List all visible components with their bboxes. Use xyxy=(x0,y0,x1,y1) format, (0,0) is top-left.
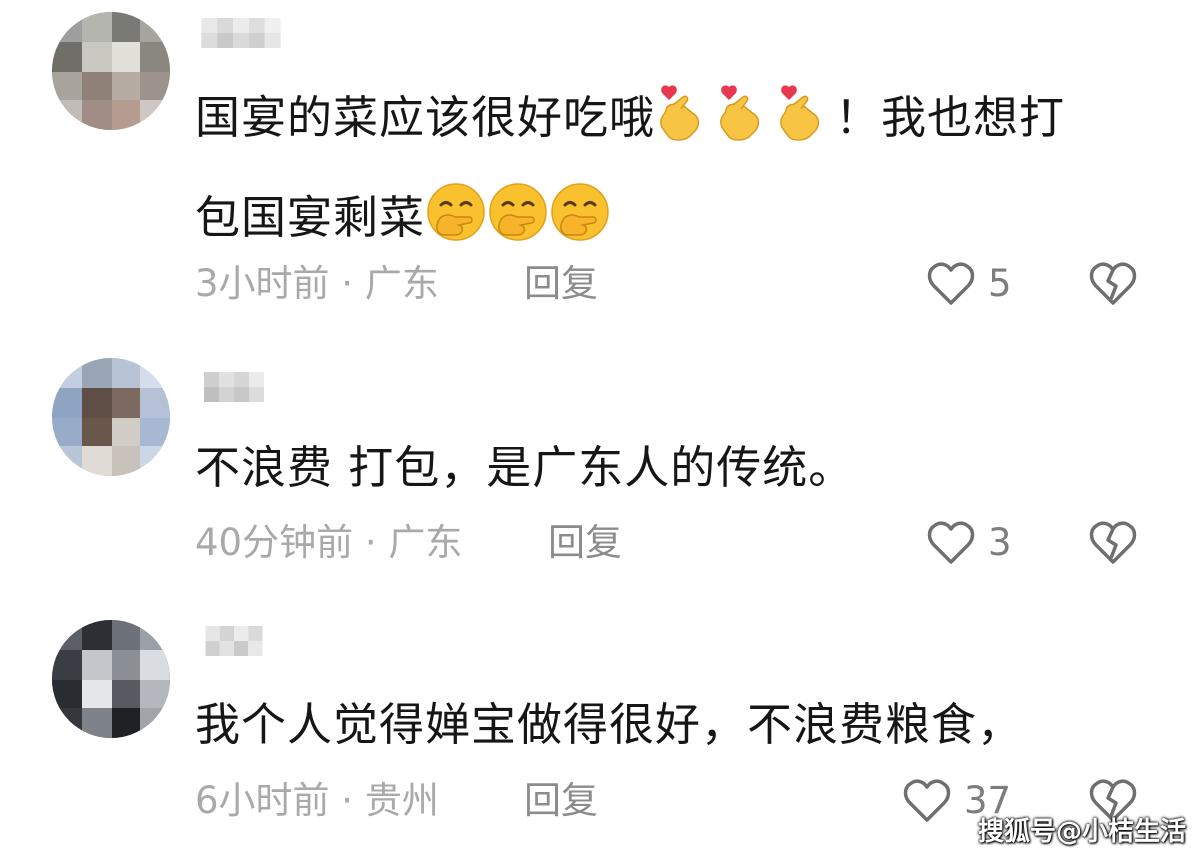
dislike-button[interactable] xyxy=(1086,518,1140,568)
reply-button[interactable]: 回复 xyxy=(524,776,598,826)
comment-meta: 40分钟前 · 广东 xyxy=(195,518,462,568)
comment-time: 3小时前 xyxy=(195,262,330,305)
username-pixelated[interactable] xyxy=(196,372,272,402)
like-button[interactable]: 5 xyxy=(926,259,1012,309)
username-pixelated[interactable] xyxy=(196,18,286,48)
user-avatar[interactable] xyxy=(52,358,170,476)
user-avatar[interactable] xyxy=(52,12,170,130)
comment-location: 广东 xyxy=(364,262,439,305)
comment-text-part: 包国宴剩菜 xyxy=(195,191,426,244)
comment-time: 6小时前 xyxy=(195,779,330,822)
comment-location: 广东 xyxy=(388,521,463,564)
broken-heart-icon xyxy=(1089,262,1137,305)
comment-meta: 3小时前 · 广东 xyxy=(195,259,439,309)
comment-list: 国宴的菜应该很好吃哦 ！我也想打 包国宴剩菜 3小时前 · 广东 回复 5 不浪… xyxy=(0,0,1200,858)
comment-body: 国宴的菜应该很好吃哦 ！我也想打 包国宴剩菜 xyxy=(195,73,1155,273)
meta-separator: · xyxy=(329,779,365,822)
user-avatar[interactable] xyxy=(52,620,170,738)
dislike-button[interactable] xyxy=(1086,259,1140,309)
comment-body: 我个人觉得婵宝做得很好，不浪费粮食， xyxy=(195,680,1155,770)
like-count: 3 xyxy=(988,521,1012,564)
meta-separator: · xyxy=(329,262,365,305)
comment-text-part: ！我也想打 xyxy=(835,91,1066,144)
comment-text: 我个人觉得婵宝做得很好，不浪费粮食， xyxy=(195,698,1024,751)
like-button[interactable]: 3 xyxy=(926,518,1012,568)
heart-outline-icon xyxy=(903,779,951,822)
comment-time: 40分钟前 xyxy=(195,521,354,564)
finger-heart-emoji-icon xyxy=(715,83,765,173)
like-count: 5 xyxy=(988,262,1012,305)
finger-heart-emoji-icon xyxy=(775,83,825,173)
heart-outline-icon xyxy=(927,262,975,305)
broken-heart-icon xyxy=(1089,521,1137,564)
comment-location: 贵州 xyxy=(364,779,439,822)
comment-meta: 6小时前 · 贵州 xyxy=(195,776,439,826)
reply-button[interactable]: 回复 xyxy=(524,259,598,309)
avatar-pixelated-icon xyxy=(52,620,170,738)
reply-button[interactable]: 回复 xyxy=(548,518,622,568)
finger-heart-emoji-icon xyxy=(655,83,705,173)
avatar-pixelated-icon xyxy=(52,358,170,476)
comment-text: 不浪费 打包，是广东人的传统。 xyxy=(195,441,855,494)
username-pixelated[interactable] xyxy=(196,626,272,656)
watermark: 搜狐号@小桔生活 xyxy=(977,817,1186,847)
heart-outline-icon xyxy=(927,521,975,564)
comment-text-part: 国宴的菜应该很好吃哦 xyxy=(195,91,656,144)
comment-body: 不浪费 打包，是广东人的传统。 xyxy=(195,423,1155,513)
meta-separator: · xyxy=(353,521,389,564)
avatar-pixelated-icon xyxy=(52,12,170,130)
